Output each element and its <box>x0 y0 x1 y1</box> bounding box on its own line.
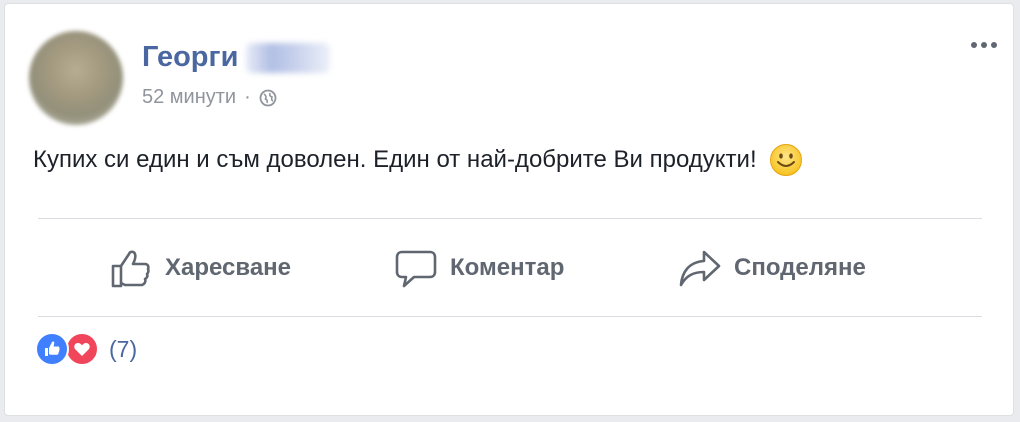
comment-button[interactable]: Коментар <box>394 244 564 292</box>
share-arrow-icon <box>679 250 721 287</box>
post-text: Купих си един и съм доволен. Един от най… <box>33 146 757 173</box>
thumbs-up-icon <box>111 250 150 288</box>
reaction-count[interactable]: (7) <box>109 336 137 363</box>
post-timestamp[interactable]: 52 минути <box>142 86 236 109</box>
reactions-summary[interactable]: (7) <box>35 332 137 366</box>
like-label: Харесване <box>165 254 292 281</box>
post-card: Георги 52 минути · Купих си един и съм д… <box>4 3 1014 416</box>
speech-bubble-icon <box>395 250 437 288</box>
meta-separator: · <box>244 86 251 108</box>
share-label: Споделяне <box>734 254 866 281</box>
like-button[interactable]: Харесване <box>109 244 291 292</box>
divider-bottom <box>38 316 982 317</box>
author-first-name[interactable]: Георги <box>142 41 238 73</box>
divider-top <box>38 218 982 219</box>
love-reaction-icon <box>65 332 99 366</box>
share-button[interactable]: Споделяне <box>678 244 866 292</box>
more-options-icon[interactable] <box>971 42 997 48</box>
smile-icon <box>769 143 803 177</box>
post-meta: 52 минути · <box>142 86 277 109</box>
globe-icon[interactable] <box>259 89 277 107</box>
post-body: Купих си един и съм доволен. Един от най… <box>33 143 803 177</box>
author-name[interactable]: Георги <box>142 41 331 74</box>
action-bar: Харесване Коментар Споделяне <box>5 220 1013 316</box>
comment-label: Коментар <box>450 254 565 281</box>
blurred-surname <box>246 43 331 74</box>
like-reaction-icon <box>35 332 69 366</box>
avatar[interactable] <box>29 31 123 125</box>
